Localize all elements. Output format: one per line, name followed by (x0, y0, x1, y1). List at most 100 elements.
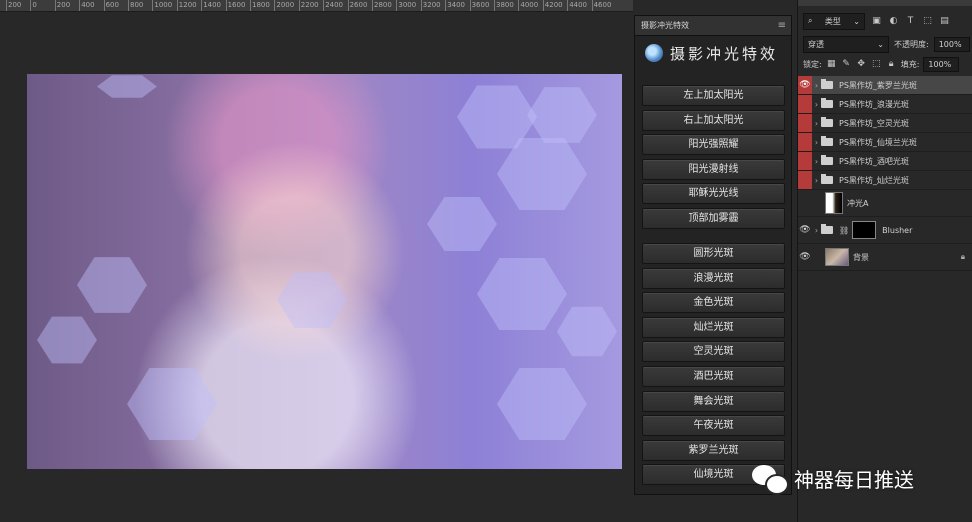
bokeh-effect-button[interactable]: 酒巴光斑 (642, 366, 785, 387)
ruler-tick: 3600 (469, 0, 490, 11)
layer-name: PS黑作坊_浪漫光斑 (839, 99, 909, 109)
layers-panel: ⌕ 类型 ⌄ ▣ ◐ T ⬚ ▤ 穿透 ⌄ 不透明度: 100% 锁定: ▦ ✎… (797, 0, 972, 522)
chevron-right-icon[interactable]: › (812, 226, 821, 235)
ruler-tick: 1000 (152, 0, 173, 11)
wechat-icon (752, 464, 789, 495)
chevron-right-icon[interactable]: › (812, 157, 821, 166)
watermark-text: 神器每日推送 (794, 468, 914, 492)
chevron-right-icon[interactable]: › (812, 100, 821, 109)
sunlight-effect-button[interactable]: 耶稣光光线 (642, 183, 785, 205)
ruler-tick: 4000 (518, 0, 539, 11)
shape-filter-icon[interactable]: ⬚ (922, 16, 933, 26)
plugin-tab-title[interactable]: 摄影冲光特效 (641, 20, 689, 31)
fill-label: 填充: (900, 59, 920, 69)
ruler-tick: 1400 (201, 0, 222, 11)
eye-hidden-icon[interactable] (798, 171, 812, 189)
layer-name: Blusher (882, 225, 913, 235)
document-canvas[interactable] (27, 74, 622, 469)
bokeh-effect-button[interactable]: 空灵光斑 (642, 341, 785, 363)
bokeh-effect-button[interactable]: 紫罗兰光斑 (642, 439, 785, 461)
layer-mask-thumbnail[interactable] (852, 221, 877, 239)
lock-paint-icon[interactable]: ✎ (841, 59, 852, 69)
eye-hidden-icon[interactable] (798, 133, 812, 151)
bokeh-effect-button[interactable]: 灿烂光斑 (642, 316, 785, 338)
opacity-field[interactable]: 100% (933, 36, 970, 52)
layer-name: PS黑作坊_灿烂光斑 (839, 175, 909, 185)
layer-row-blusher[interactable]: 👁︎ › ⛓︎ Blusher (798, 217, 972, 244)
layer-group-row[interactable]: › PS黑作坊_浪漫光斑 (798, 95, 972, 114)
folder-icon (821, 117, 833, 127)
ruler-tick: 2800 (372, 0, 392, 11)
layer-group-row[interactable]: › PS黑作坊_灿烂光斑 (798, 171, 972, 190)
sunlight-effect-button[interactable]: 左上加太阳光 (642, 85, 785, 106)
folder-icon (821, 79, 833, 89)
bokeh-hexagon (97, 75, 157, 98)
opacity-label: 不透明度: (894, 39, 929, 49)
bokeh-hexagon (497, 368, 587, 440)
sunlight-effect-button[interactable]: 顶部加雾霾 (642, 208, 785, 229)
eye-icon[interactable]: 👁︎ (798, 76, 812, 94)
ruler-tick: 0 (30, 0, 37, 11)
eye-hidden-icon[interactable] (798, 152, 812, 170)
chevron-right-icon[interactable]: › (812, 81, 821, 90)
sunlight-effect-button[interactable]: 阳光漫射线 (642, 158, 785, 180)
folder-icon (821, 98, 833, 108)
chevron-right-icon[interactable]: › (812, 176, 821, 185)
lock-all-icon[interactable]: 🔒︎ (886, 59, 897, 69)
eye-hidden-icon[interactable] (798, 95, 812, 113)
plugin-header-title: 摄影冲光特效 (670, 44, 779, 63)
ruler-tick: 4200 (542, 0, 563, 11)
pixel-filter-icon[interactable]: ▣ (871, 16, 882, 26)
ruler-tick: 200 (54, 0, 71, 11)
folder-icon (821, 174, 833, 184)
bokeh-effect-button[interactable]: 圆形光斑 (642, 243, 785, 264)
adjustment-filter-icon[interactable]: ◐ (888, 16, 899, 26)
lock-artboard-icon[interactable]: ⬚ (871, 59, 882, 69)
layers-tabbar (798, 0, 972, 6)
chevron-right-icon[interactable]: › (812, 119, 821, 128)
sunlight-effect-button[interactable]: 右上加太阳光 (642, 109, 785, 131)
sunlight-effect-button[interactable]: 阳光强照耀 (642, 134, 785, 156)
lock-move-icon[interactable]: ✥ (856, 59, 867, 69)
layer-filter-row: ⌕ 类型 ⌄ ▣ ◐ T ⬚ ▤ (798, 10, 972, 32)
layer-name: PS黑作坊_仙境兰光斑 (839, 137, 917, 147)
eye-hidden-icon[interactable] (798, 114, 812, 132)
ruler-tick: 600 (103, 0, 119, 11)
layer-thumbnail (825, 248, 849, 266)
watermark: 神器每日推送 (752, 464, 914, 495)
eye-hidden-icon[interactable] (798, 194, 812, 212)
bokeh-effect-button[interactable]: 舞会光斑 (642, 390, 785, 412)
ruler-tick: 1200 (176, 0, 197, 11)
plugin-logo-icon (645, 44, 663, 62)
filter-search-icon: ⌕ (808, 16, 813, 25)
layer-filter-dropdown[interactable]: ⌕ 类型 ⌄ (803, 12, 865, 30)
layer-name: PS黑作坊_酒吧光斑 (839, 156, 909, 166)
bokeh-effect-button[interactable]: 浪漫光斑 (642, 267, 785, 289)
chevron-down-icon: ⌄ (853, 16, 860, 26)
type-filter-icon[interactable]: T (905, 16, 916, 26)
layer-group-row[interactable]: › PS黑作坊_仙境兰光斑 (798, 133, 972, 152)
bokeh-effect-button[interactable]: 午夜光斑 (642, 415, 785, 437)
opacity-value: 100% (938, 39, 962, 49)
fill-field[interactable]: 100% (923, 56, 960, 72)
layer-row-background[interactable]: 👁︎ 背景 🔒︎ (798, 244, 972, 271)
layer-row-chongguang[interactable]: 冲光A (798, 190, 972, 217)
folder-icon (821, 155, 833, 165)
ruler-tick: 800 (127, 0, 144, 11)
eye-icon[interactable]: 👁︎ (798, 248, 812, 266)
eye-icon[interactable]: 👁︎ (798, 221, 812, 239)
bokeh-hexagon (527, 87, 597, 143)
blend-mode-dropdown[interactable]: 穿透 ⌄ (803, 35, 889, 53)
layer-name: PS黑作坊_空灵光斑 (839, 118, 909, 128)
plugin-panel: 摄影冲光特效 ≡ 摄影冲光特效 左上加太阳光 右上加太阳光 阳光强照耀 阳光漫射线耶稣… (634, 15, 792, 495)
layer-group-row[interactable]: 👁︎ › PS黑作坊_紫罗兰光斑 (798, 76, 972, 95)
chevron-right-icon[interactable]: › (812, 138, 821, 147)
ruler-tick: 2600 (347, 0, 368, 11)
smart-object-filter-icon[interactable]: ▤ (939, 16, 950, 26)
bokeh-effect-button[interactable]: 金色光斑 (642, 292, 785, 314)
lock-transparent-icon[interactable]: ▦ (826, 59, 837, 69)
ruler-tick: 200 (5, 0, 22, 11)
layer-group-row[interactable]: › PS黑作坊_酒吧光斑 (798, 152, 972, 171)
hamburger-menu-icon[interactable]: ≡ (778, 20, 786, 31)
layer-group-row[interactable]: › PS黑作坊_空灵光斑 (798, 114, 972, 133)
